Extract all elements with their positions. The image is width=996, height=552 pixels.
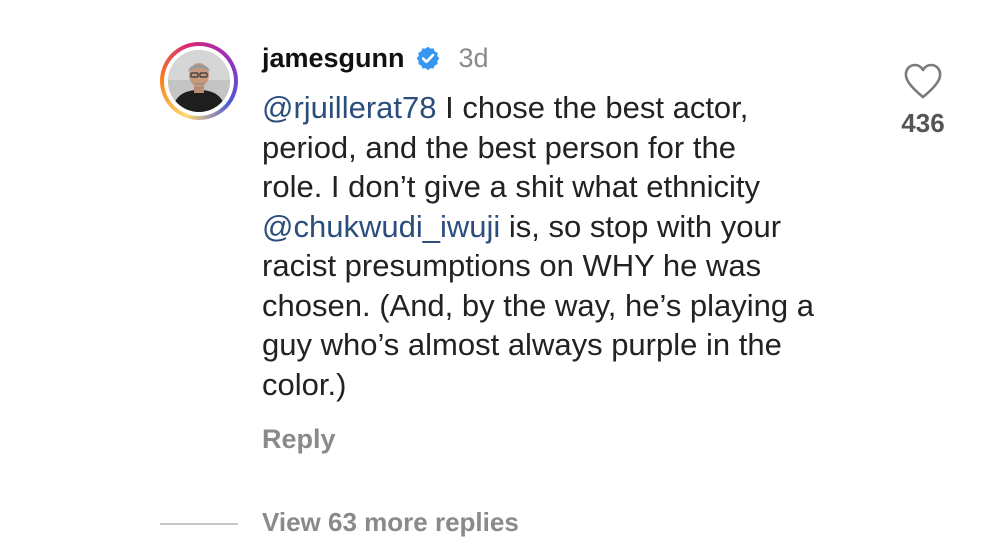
replies-divider [160,523,238,525]
comment-text: I chose the best actor, [436,90,749,125]
like-column: 436 [890,62,956,139]
profile-photo-icon [168,50,230,112]
comment: jamesgunn 3d @rjuillerat78 I chose the b… [0,0,996,552]
comment-body: @rjuillerat78 I chose the best actor, pe… [262,88,872,404]
comment-line: racist presumptions on WHY he was [262,248,762,283]
comment-timestamp[interactable]: 3d [459,43,489,74]
heart-icon[interactable] [903,62,943,100]
avatar[interactable] [160,42,238,120]
comment-line: chosen. (And, by the way, he’s playing a [262,287,815,323]
verified-badge-icon [415,45,441,71]
mention-link[interactable]: @rjuillerat78 [262,90,436,125]
comment-line: @rjuillerat78 I chose the best actor, [262,88,872,128]
username-link[interactable]: jamesgunn [262,43,405,74]
mention-link[interactable]: @chukwudi_iwuji [262,209,500,244]
comment-line: guy who’s almost always purple in the [262,327,782,362]
view-replies-button[interactable]: View 63 more replies [262,507,519,538]
comment-header: jamesgunn 3d [262,38,489,78]
comment-line: color.) [262,366,347,402]
like-count: 436 [901,108,945,138]
comment-line: period, and the best person for the [262,129,736,165]
comment-line: role. I don’t give a shit what ethnicity [262,169,760,204]
reply-button[interactable]: Reply [262,424,336,455]
comment-text: is, so stop with your [500,208,782,244]
comment-line: @chukwudi_iwuji is, so stop with your [262,207,872,247]
